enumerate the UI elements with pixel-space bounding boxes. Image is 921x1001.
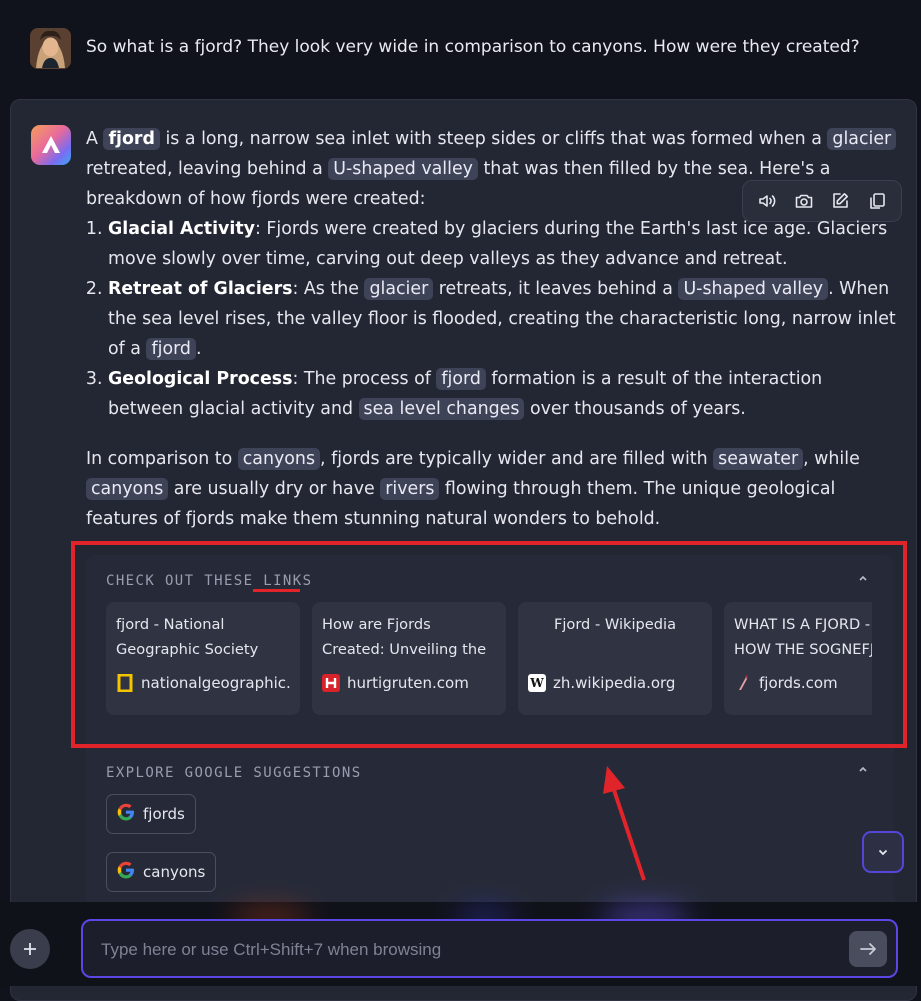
suggestion-label: canyons — [143, 863, 206, 881]
suggestion-chip-fjords[interactable]: fjords — [106, 794, 196, 834]
answer-paragraph-2: In comparison to canyons, fjords are typ… — [86, 444, 898, 534]
keyword-chip[interactable]: canyons — [86, 478, 169, 500]
keyword-chip[interactable]: fjord — [146, 338, 196, 360]
text-span: over thousands of years. — [524, 399, 746, 419]
arrow-right-icon — [860, 943, 876, 955]
list-item-label: Geological Process — [108, 369, 293, 389]
chevron-up-icon[interactable] — [857, 763, 869, 779]
annotation-arrow — [603, 766, 646, 881]
suggestion-chip-canyons[interactable]: canyons — [106, 852, 217, 892]
message-input-container — [81, 919, 898, 978]
keyword-chip[interactable]: canyons — [237, 448, 321, 470]
text-span: In comparison to — [86, 449, 238, 469]
list-item-label: Retreat of Glaciers — [108, 279, 293, 299]
text-span: . — [195, 339, 202, 359]
keyword-chip[interactable]: sea level changes — [358, 398, 525, 420]
list-item: Glacial Activity: Fjords were created by… — [108, 214, 898, 274]
text-span: , while — [803, 449, 860, 469]
annotation-highlight-box — [71, 541, 907, 748]
list-item-label: Glacial Activity — [108, 219, 255, 239]
assistant-logo-icon — [31, 125, 71, 165]
text-span: is a long, narrow sea inlet with steep s… — [159, 129, 828, 149]
keyword-chip[interactable]: seawater — [713, 448, 804, 470]
scroll-to-bottom-button[interactable] — [862, 831, 904, 873]
chevron-down-icon — [878, 849, 888, 856]
text-span: , fjords are typically wider and are fil… — [320, 449, 714, 469]
answer-body: A fjord is a long, narrow sea inlet with… — [86, 124, 898, 534]
text-span: retreats, it leaves behind a — [433, 279, 679, 299]
google-suggestions-section: EXPLORE GOOGLE SUGGESTIONS fjords canyon… — [86, 748, 894, 908]
plus-icon — [24, 943, 36, 955]
user-message-text: So what is a fjord? They look very wide … — [86, 37, 860, 57]
keyword-chip[interactable]: rivers — [380, 478, 440, 500]
keyword-chip[interactable]: fjord — [436, 368, 486, 390]
creation-steps-list: Glacial Activity: Fjords were created by… — [86, 214, 898, 424]
keyword-chip[interactable]: glacier — [364, 278, 434, 300]
annotation-underline — [253, 589, 300, 592]
keyword-chip[interactable]: U-shaped valley — [328, 158, 478, 180]
keyword-chip[interactable]: glacier — [827, 128, 897, 150]
answer-paragraph-1: A fjord is a long, narrow sea inlet with… — [86, 124, 898, 214]
suggestions-section-title: EXPLORE GOOGLE SUGGESTIONS — [106, 765, 362, 781]
add-attachment-button[interactable] — [10, 929, 50, 969]
text-span: are usually dry or have — [168, 479, 381, 499]
text-span: retreated, leaving behind a — [86, 159, 329, 179]
google-icon — [117, 803, 135, 825]
message-input[interactable] — [99, 931, 843, 969]
keyword-chip[interactable]: U-shaped valley — [678, 278, 829, 300]
text-span: : The process of — [292, 369, 437, 389]
suggestion-label: fjords — [143, 805, 185, 823]
keyword-chip[interactable]: fjord — [103, 128, 160, 150]
list-item: Retreat of Glaciers: As the glacier retr… — [108, 274, 898, 364]
list-item: Geological Process: The process of fjord… — [108, 364, 898, 424]
user-message-row — [30, 27, 71, 69]
text-span: : As the — [292, 279, 365, 299]
user-avatar — [30, 27, 71, 69]
google-icon — [117, 861, 135, 883]
text-span: A — [86, 129, 104, 149]
send-button[interactable] — [849, 931, 887, 967]
